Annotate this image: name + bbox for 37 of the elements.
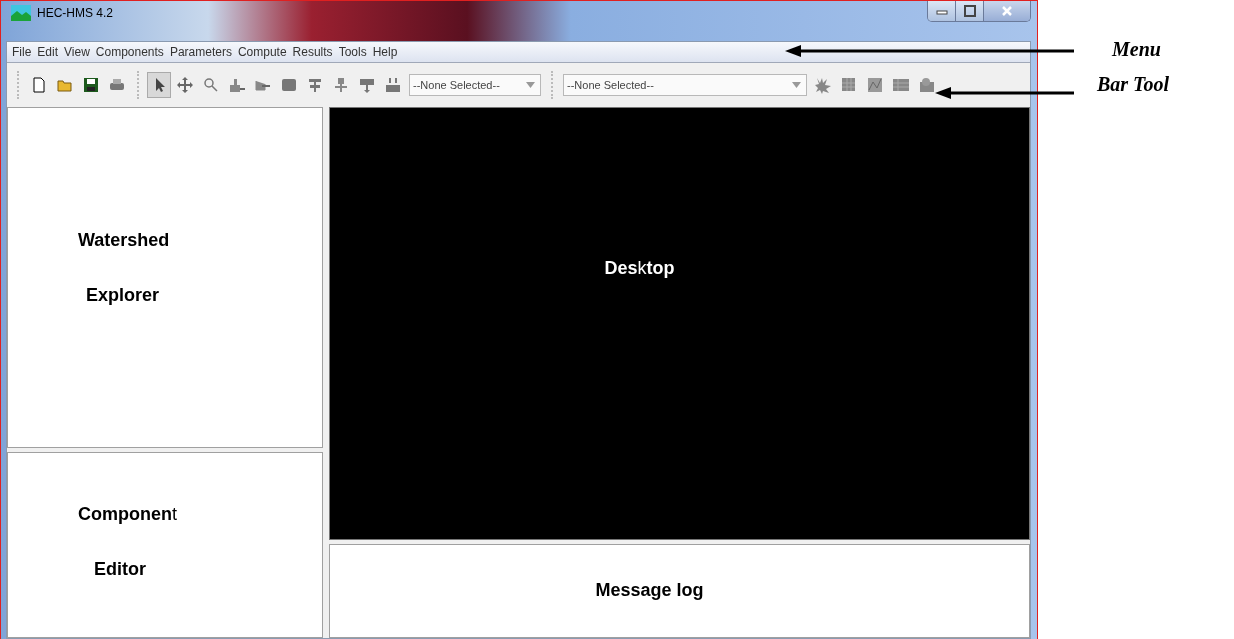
panel-label: Message log: [595, 580, 704, 602]
minimize-button[interactable]: [928, 1, 956, 21]
panel-label: Component: [78, 504, 177, 525]
maximize-icon: [963, 5, 976, 17]
magnifier-icon: [202, 76, 220, 94]
annotation-label: Bar Tool: [1097, 73, 1170, 96]
panel-label: Desktop: [604, 258, 675, 280]
menu-item[interactable]: Results: [289, 45, 336, 59]
caret-icon: [526, 82, 535, 88]
dropdown[interactable]: --None Selected--: [409, 74, 541, 96]
minimize-icon: [935, 7, 948, 15]
panel-label: Editor: [94, 559, 147, 580]
move-icon: [176, 76, 194, 94]
grid-icon: [840, 76, 858, 94]
pointer-tool[interactable]: [147, 72, 171, 98]
caret-icon: [792, 82, 801, 88]
panel-label: Watershed: [78, 229, 170, 251]
close-icon: [1001, 5, 1013, 17]
menu-item[interactable]: View: [61, 45, 93, 59]
menu-item[interactable]: Edit: [34, 45, 62, 59]
menu-item[interactable]: Compute: [234, 45, 290, 59]
table-icon: [892, 76, 910, 94]
menu-item[interactable]: File: [9, 45, 35, 59]
panel-label: Explorer: [86, 284, 161, 306]
window-title: HEC-HMS 4.2: [37, 5, 113, 21]
menu-item[interactable]: Help: [369, 45, 401, 59]
burst-icon: [814, 76, 832, 94]
menu-item[interactable]: Tools: [335, 45, 370, 59]
maximize-button[interactable]: [956, 1, 984, 21]
annotation-label: Menu: [1112, 38, 1161, 61]
dropdown[interactable]: --None Selected--: [563, 74, 807, 96]
menu-item[interactable]: Parameters: [166, 45, 235, 59]
landscape-icon: [11, 5, 31, 21]
graph-icon: [866, 76, 884, 94]
tank-icon: [280, 76, 298, 94]
menu-item[interactable]: Components: [92, 45, 167, 59]
document-icon: [30, 76, 48, 94]
